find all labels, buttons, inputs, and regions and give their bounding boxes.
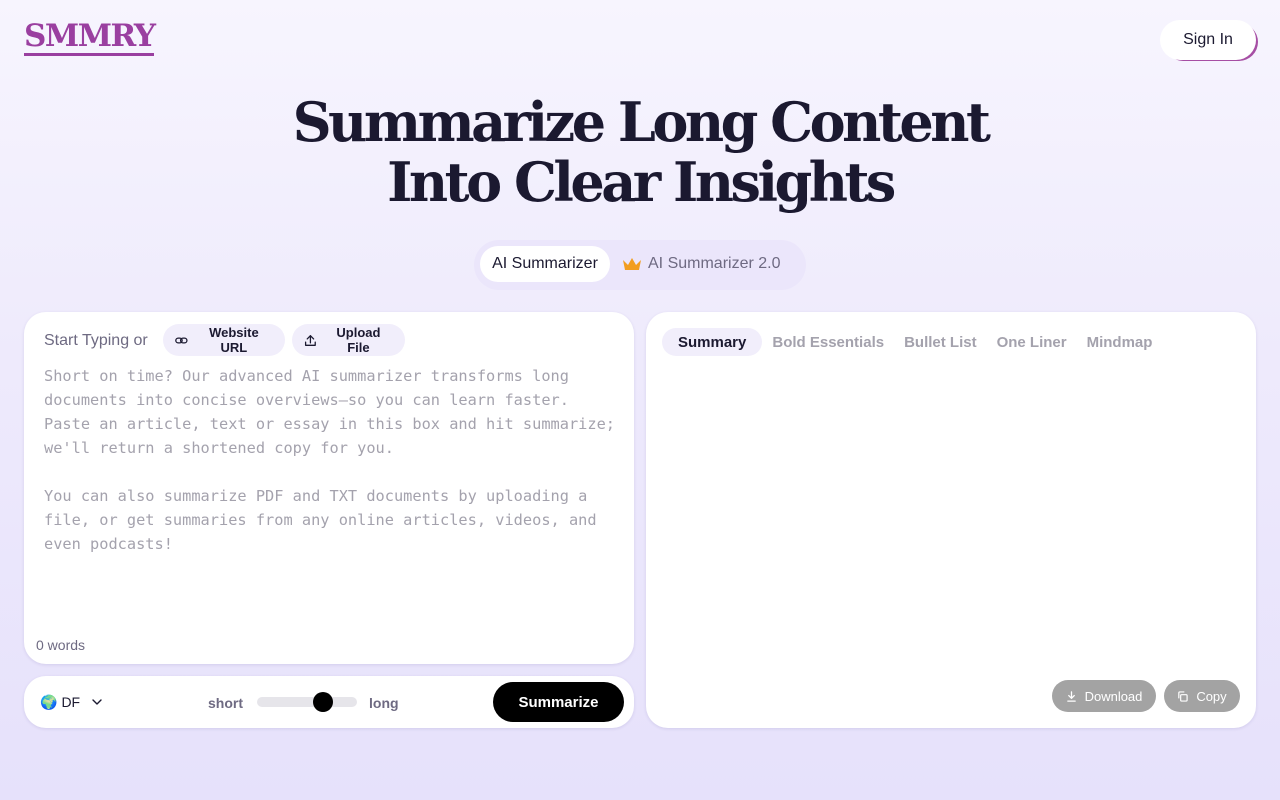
- sign-in-button[interactable]: Sign In: [1160, 20, 1256, 60]
- length-long-label: long: [369, 695, 399, 711]
- website-url-label: Website URL: [209, 325, 259, 355]
- tab-one-liner[interactable]: One Liner: [987, 328, 1077, 356]
- mode-switch: AI Summarizer AI Summarizer 2.0: [474, 240, 806, 290]
- download-button[interactable]: Download: [1052, 680, 1156, 712]
- input-panel: Start Typing or Website URL Upload File …: [24, 312, 634, 664]
- language-select[interactable]: 🌍 DF: [40, 690, 102, 714]
- tab-mindmap[interactable]: Mindmap: [1077, 328, 1163, 356]
- website-url-button[interactable]: Website URL: [163, 324, 285, 356]
- crown-icon: [623, 258, 641, 270]
- length-slider-thumb[interactable]: [313, 692, 333, 712]
- language-code: DF: [61, 694, 81, 710]
- start-typing-label: Start Typing or: [44, 332, 148, 349]
- mode-ai-summarizer-2-label: AI Summarizer 2.0: [648, 255, 781, 272]
- hero-line-2-plain: Into: [387, 150, 514, 214]
- hero-line-2: Into Clear Insights: [0, 152, 1280, 212]
- copy-icon: [1178, 690, 1188, 702]
- output-panel: Summary Bold Essentials Bullet List One …: [646, 312, 1256, 728]
- upload-icon: [304, 334, 316, 346]
- hero-line-2-bold: Clear Insights: [513, 150, 896, 214]
- download-label: Download: [1084, 688, 1143, 704]
- copy-label: Copy: [1196, 688, 1227, 704]
- tab-bullet-list[interactable]: Bullet List: [894, 328, 987, 356]
- length-slider[interactable]: [257, 692, 357, 712]
- upload-file-button[interactable]: Upload File: [292, 324, 405, 356]
- globe-icon: 🌍: [40, 693, 58, 710]
- summarize-button[interactable]: Summarize: [493, 682, 624, 722]
- link-icon: [175, 336, 188, 344]
- tab-bold-essentials[interactable]: Bold Essentials: [762, 328, 894, 356]
- logo[interactable]: SMMRY: [24, 20, 156, 56]
- control-bar: 🌍 DF short long Summarize: [24, 676, 634, 728]
- length-short-label: short: [208, 695, 243, 711]
- mode-ai-summarizer[interactable]: AI Summarizer: [480, 246, 610, 282]
- upload-file-label: Upload File: [336, 325, 381, 355]
- word-count: 0 words: [36, 637, 86, 653]
- page-title: Summarize Long Content Into Clear Insigh…: [0, 92, 1280, 212]
- hero-line-1: Summarize Long Content: [292, 90, 991, 154]
- tab-summary[interactable]: Summary: [662, 328, 763, 356]
- output-tabs: Summary Bold Essentials Bullet List One …: [662, 328, 1162, 356]
- copy-button[interactable]: Copy: [1164, 680, 1240, 712]
- text-input[interactable]: [44, 364, 620, 624]
- chevron-down-icon: [92, 699, 102, 705]
- mode-ai-summarizer-2[interactable]: AI Summarizer 2.0: [622, 246, 800, 282]
- download-icon: [1066, 690, 1076, 702]
